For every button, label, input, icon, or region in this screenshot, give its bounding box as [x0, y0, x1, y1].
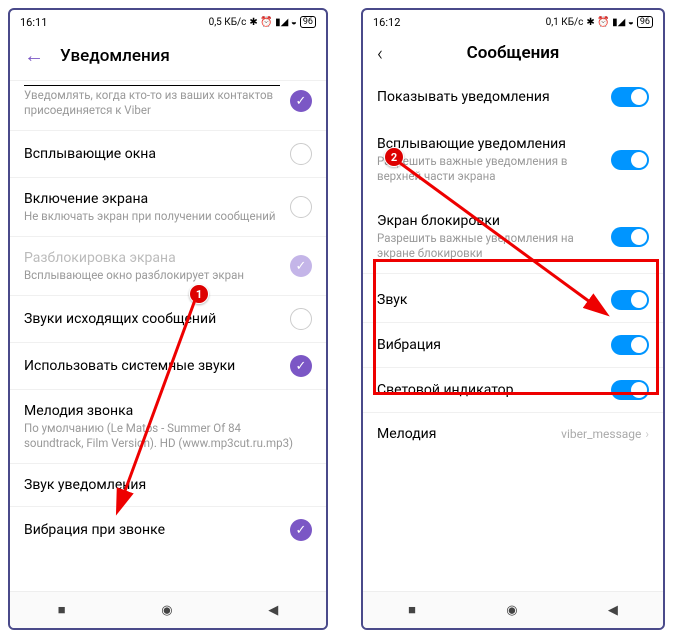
row-screen-on[interactable]: Включение экранаНе включать экран при по… — [10, 177, 326, 236]
status-bar: 16:12 0,1 КБ/с ✱ ⏰ ▮◢ ◒ 96 — [363, 10, 663, 33]
toggle-on-icon[interactable] — [611, 87, 649, 107]
phone-right: 16:12 0,1 КБ/с ✱ ⏰ ▮◢ ◒ 96 ‹ Сообщения П… — [361, 8, 665, 630]
toggle-on-icon[interactable] — [611, 380, 649, 400]
settings-list: Уведомлять, когда кто-то из ваших контак… — [10, 80, 326, 553]
nav-bar: ■ ◉ ◀ — [10, 591, 326, 628]
nav-recent-icon[interactable]: ■ — [58, 602, 66, 618]
page-title: Сообщения — [467, 43, 560, 63]
row-vibrate-call[interactable]: Вибрация при звонке ✓ — [10, 506, 326, 553]
row-lock-screen[interactable]: Экран блокировкиРазрешить важные уведомл… — [363, 196, 663, 273]
row-contact-join[interactable]: Уведомлять, когда кто-то из ваших контак… — [10, 80, 326, 130]
check-icon[interactable]: ✓ — [290, 90, 312, 112]
row-ringtone[interactable]: Мелодия звонкаПо умолчанию (Le Matos - S… — [10, 389, 326, 463]
row-led[interactable]: Световой индикатор — [363, 367, 663, 412]
melody-value: viber_message › — [561, 427, 649, 441]
row-vibration[interactable]: Вибрация — [363, 322, 663, 367]
settings-list: Показывать уведомления Всплывающие уведо… — [363, 75, 663, 455]
row-show-notif[interactable]: Показывать уведомления — [363, 75, 663, 119]
radio-empty-icon[interactable] — [290, 196, 312, 218]
row-melody[interactable]: Мелодия viber_message › — [363, 412, 663, 455]
status-right: 0,5 КБ/с ✱ ⏰ ▮◢ ◒ 96 — [209, 16, 316, 28]
toggle-on-icon[interactable] — [611, 335, 649, 355]
row-popup[interactable]: Всплывающие окна — [10, 130, 326, 177]
header: ‹ Сообщения — [363, 33, 663, 75]
check-icon[interactable]: ✓ — [290, 519, 312, 541]
toggle-on-icon[interactable] — [611, 290, 649, 310]
row-unlock: Разблокировка экранаВсплывающее окно раз… — [10, 236, 326, 295]
status-time: 16:12 — [373, 16, 400, 29]
radio-empty-icon[interactable] — [290, 143, 312, 165]
back-icon[interactable]: ‹ — [377, 41, 383, 65]
check-icon: ✓ — [290, 255, 312, 277]
chevron-right-icon: › — [645, 427, 649, 441]
row-popup-notif[interactable]: Всплывающие уведомленияРазрешить важные … — [363, 119, 663, 196]
page-title: Уведомления — [60, 46, 170, 66]
toggle-on-icon[interactable] — [611, 227, 649, 247]
row-notification-sound[interactable]: Звук уведомления — [10, 463, 326, 506]
status-time: 16:11 — [20, 16, 47, 29]
nav-home-icon[interactable]: ◉ — [506, 603, 517, 618]
status-bar: 16:11 0,5 КБ/с ✱ ⏰ ▮◢ ◒ 96 — [10, 10, 326, 33]
row-sound[interactable]: Звук — [363, 273, 663, 322]
row-outgoing-sounds[interactable]: Звуки исходящих сообщений — [10, 295, 326, 342]
back-icon[interactable]: ← — [24, 43, 44, 68]
nav-home-icon[interactable]: ◉ — [161, 603, 172, 618]
header: ← Уведомления — [10, 33, 326, 80]
nav-back-icon[interactable]: ◀ — [608, 603, 618, 618]
row-system-sounds[interactable]: Использовать системные звуки ✓ — [10, 342, 326, 389]
radio-empty-icon[interactable] — [290, 308, 312, 330]
toggle-on-icon[interactable] — [611, 150, 649, 170]
nav-bar: ■ ◉ ◀ — [363, 591, 663, 628]
phone-left: 16:11 0,5 КБ/с ✱ ⏰ ▮◢ ◒ 96 ← Уведомления… — [8, 8, 328, 630]
check-icon[interactable]: ✓ — [290, 355, 312, 377]
nav-recent-icon[interactable]: ■ — [408, 602, 416, 618]
nav-back-icon[interactable]: ◀ — [268, 603, 278, 618]
status-right: 0,1 КБ/с ✱ ⏰ ▮◢ ◒ 96 — [546, 16, 653, 28]
